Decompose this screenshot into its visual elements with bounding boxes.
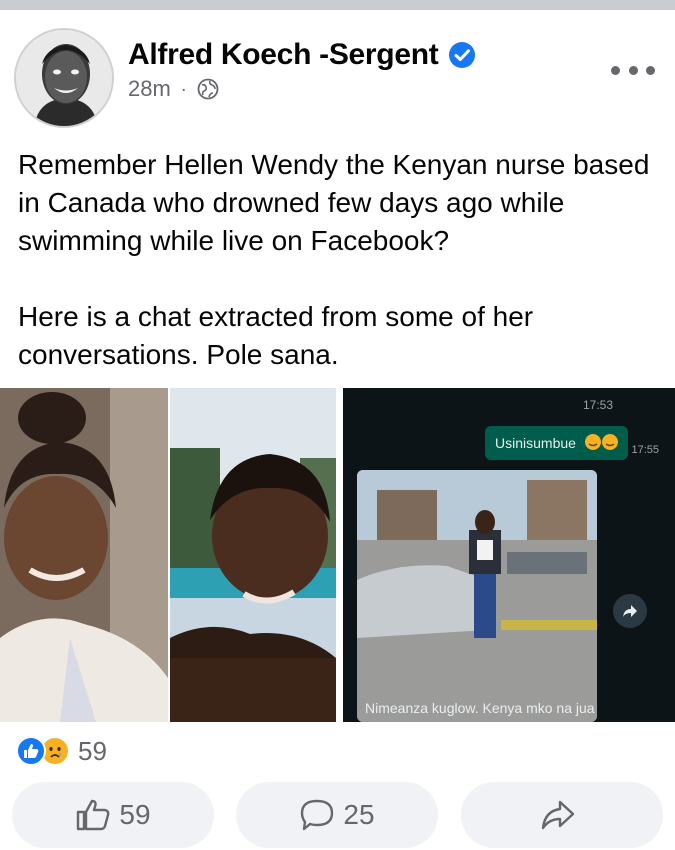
share-button[interactable] [461, 782, 663, 848]
action-bar: 59 25 [0, 782, 675, 848]
post-paragraph-2: Here is a chat extracted from some of he… [18, 301, 534, 370]
like-reaction-icon [16, 736, 46, 766]
top-divider [0, 0, 675, 10]
comment-count: 25 [343, 799, 375, 830]
meta-separator: · [180, 78, 187, 99]
globe-icon[interactable] [197, 78, 219, 100]
comment-button[interactable]: 25 [236, 782, 438, 848]
like-button[interactable]: 59 [12, 782, 214, 848]
post-time[interactable]: 28m [128, 76, 171, 102]
chat-bubble-outgoing: Usinisumbue [485, 426, 628, 460]
post-media[interactable]: 17:53 Usinisumbue 17:55 Nimeanza kuglow.… [0, 388, 675, 722]
reactions-summary[interactable]: 59 [16, 734, 107, 768]
post-header: Alfred Koech -Sergent 28m · [0, 18, 675, 128]
chat-message: Usinisumbue [495, 435, 576, 451]
comment-icon [301, 799, 334, 831]
photo-portrait-1[interactable] [0, 388, 168, 722]
emoji-icon [584, 433, 620, 454]
chat-caption: Nimeanza kuglow. Kenya mko na jua [365, 700, 595, 716]
avatar[interactable] [14, 28, 114, 128]
chat-time-top: 17:53 [582, 398, 613, 412]
chat-photo[interactable] [357, 470, 597, 722]
like-count: 59 [119, 799, 151, 830]
reaction-count: 59 [78, 735, 107, 766]
thumbs-up-icon [77, 799, 110, 831]
photo-selfie-pool[interactable] [170, 388, 336, 722]
verified-badge-icon [449, 42, 476, 68]
chat-message-time: 17:55 [631, 444, 659, 456]
author-name[interactable]: Alfred Koech -Sergent [128, 38, 439, 72]
share-icon [541, 800, 575, 830]
post-body: Remember Hellen Wendy the Kenyan nurse b… [18, 146, 668, 374]
post-paragraph-1: Remember Hellen Wendy the Kenyan nurse b… [18, 149, 650, 256]
forward-icon[interactable] [613, 594, 647, 628]
chat-screenshot[interactable]: 17:53 Usinisumbue 17:55 Nimeanza kuglow.… [343, 388, 675, 722]
more-options-icon[interactable] [611, 60, 655, 80]
